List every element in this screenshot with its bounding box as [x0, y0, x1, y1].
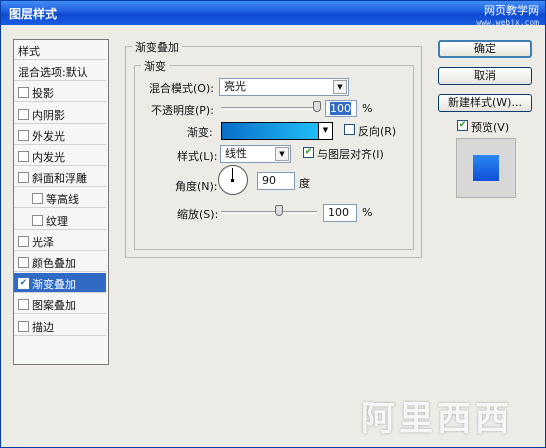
angle-value: 90: [262, 174, 276, 187]
style-item-checkbox[interactable]: [18, 235, 29, 247]
opacity-input[interactable]: 100: [325, 100, 357, 117]
style-item[interactable]: 斜面和浮雕: [14, 167, 106, 188]
style-item[interactable]: ✔ 渐变叠加: [14, 273, 106, 294]
reverse-checkbox[interactable]: [344, 124, 355, 135]
angle-center-dot: [231, 179, 234, 182]
scale-value: 100: [328, 206, 349, 219]
style-item[interactable]: 样式: [14, 40, 106, 60]
style-item-label: 斜面和浮雕: [32, 172, 87, 186]
scale-slider-thumb[interactable]: [275, 205, 283, 216]
blend-mode-value: 亮光: [224, 80, 246, 93]
style-item[interactable]: 内阴影: [14, 104, 106, 124]
style-item-checkbox[interactable]: ✔: [18, 278, 29, 290]
angle-input[interactable]: 90: [257, 172, 295, 190]
style-item[interactable]: 等高线: [14, 188, 106, 209]
opacity-unit: %: [362, 102, 373, 115]
style-item-label: 外发光: [32, 129, 65, 143]
style-item-checkbox[interactable]: [18, 257, 29, 268]
reverse-label: 反向(R): [358, 125, 397, 138]
style-item-checkbox[interactable]: [18, 87, 29, 99]
style-label: 样式(L):: [177, 150, 218, 163]
style-item-label: 内阴影: [32, 108, 65, 122]
angle-unit: 度: [299, 177, 310, 190]
preview-checkbox[interactable]: ✔: [457, 120, 468, 131]
blend-mode-label: 混合模式(O):: [149, 82, 214, 95]
style-item-label: 光泽: [32, 235, 54, 249]
preview-swatch: [473, 155, 499, 181]
style-item-label: 渐变叠加: [32, 278, 76, 292]
new-style-button[interactable]: 新建样式(W)...: [438, 94, 532, 112]
style-preview: [456, 138, 516, 198]
angle-label: 角度(N):: [175, 180, 218, 193]
style-item-label: 等高线: [46, 193, 79, 207]
style-item-checkbox[interactable]: [18, 108, 29, 120]
watermark-text: 网页教学网: [484, 4, 539, 17]
style-item-checkbox[interactable]: [18, 172, 29, 184]
style-item-label: 内发光: [32, 151, 65, 164]
align-with-layer-checkbox[interactable]: ✔: [303, 147, 314, 158]
style-select[interactable]: 线性 ▼: [220, 145, 291, 163]
style-item[interactable]: 混合选项:默认: [14, 61, 106, 82]
site-logo: 阿里西西: [361, 399, 513, 439]
chevron-down-icon: ▼: [333, 80, 347, 94]
cancel-button[interactable]: 取消: [438, 67, 532, 85]
title-bar: 图层样式 网页教学网 www.webjx.com: [1, 1, 545, 27]
style-item-label: 颜色叠加: [32, 257, 76, 270]
style-item-label: 图案叠加: [32, 299, 76, 313]
style-item[interactable]: 外发光: [14, 125, 106, 145]
style-item[interactable]: 颜色叠加: [14, 252, 106, 272]
style-item-label: 样式: [18, 45, 40, 58]
style-item-checkbox[interactable]: [18, 129, 29, 141]
style-item[interactable]: 图案叠加: [14, 294, 106, 315]
scale-input[interactable]: 100: [323, 204, 357, 222]
opacity-slider-track[interactable]: [221, 107, 321, 110]
style-item-label: 投影: [32, 87, 54, 101]
style-item-checkbox[interactable]: [32, 214, 43, 226]
style-item[interactable]: 内发光: [14, 146, 106, 166]
dialog-body: 样式 混合选项:默认 投影 内阴影 外发光 内发光 斜面和浮雕 等高线 纹理 光泽 颜色叠加 ✔ 渐变叠…: [1, 25, 545, 447]
scale-unit: %: [362, 206, 373, 219]
gradient-overlay-title: 渐变叠加: [132, 39, 182, 55]
chevron-down-icon: ▼: [275, 147, 289, 161]
style-item[interactable]: 投影: [14, 82, 106, 103]
scale-label: 缩放(S):: [177, 208, 219, 221]
angle-dial[interactable]: [218, 165, 248, 195]
chevron-down-icon: ▼: [318, 123, 332, 139]
style-item-label: 混合选项:默认: [18, 66, 88, 80]
preview-label: 预览(V): [471, 121, 510, 134]
style-item-label: 描边: [32, 320, 54, 334]
blend-mode-select[interactable]: 亮光 ▼: [219, 78, 349, 96]
opacity-slider-thumb[interactable]: [313, 101, 321, 112]
style-item-checkbox[interactable]: [32, 193, 43, 205]
style-item[interactable]: 纹理: [14, 210, 106, 230]
style-item-label: 纹理: [46, 214, 68, 228]
watermark: 网页教学网 www.webjx.com: [476, 2, 539, 27]
styles-list: 样式 混合选项:默认 投影 内阴影 外发光 内发光 斜面和浮雕 等高线 纹理 光泽 颜色叠加 ✔ 渐变叠…: [13, 39, 109, 365]
scale-slider-track[interactable]: [221, 211, 317, 214]
gradient-label: 渐变:: [187, 126, 213, 139]
style-value: 线性: [225, 147, 247, 160]
layer-style-dialog: 图层样式 网页教学网 www.webjx.com 样式混合选项:默认投影内阴影外…: [0, 0, 546, 448]
style-item-checkbox[interactable]: [18, 151, 29, 162]
align-with-layer-label: 与图层对齐(I): [317, 148, 384, 161]
ok-button[interactable]: 确定: [438, 40, 532, 58]
dialog-title: 图层样式: [9, 7, 58, 21]
style-item[interactable]: 光泽: [14, 231, 106, 251]
gradient-subgroup-title: 渐变: [141, 58, 169, 74]
style-item-checkbox[interactable]: [18, 320, 29, 332]
opacity-value: 100: [330, 102, 351, 115]
gradient-picker[interactable]: ▼: [221, 122, 333, 140]
style-item-checkbox[interactable]: [18, 299, 29, 311]
style-item[interactable]: 描边: [14, 316, 106, 336]
opacity-label: 不透明度(P):: [151, 104, 214, 117]
